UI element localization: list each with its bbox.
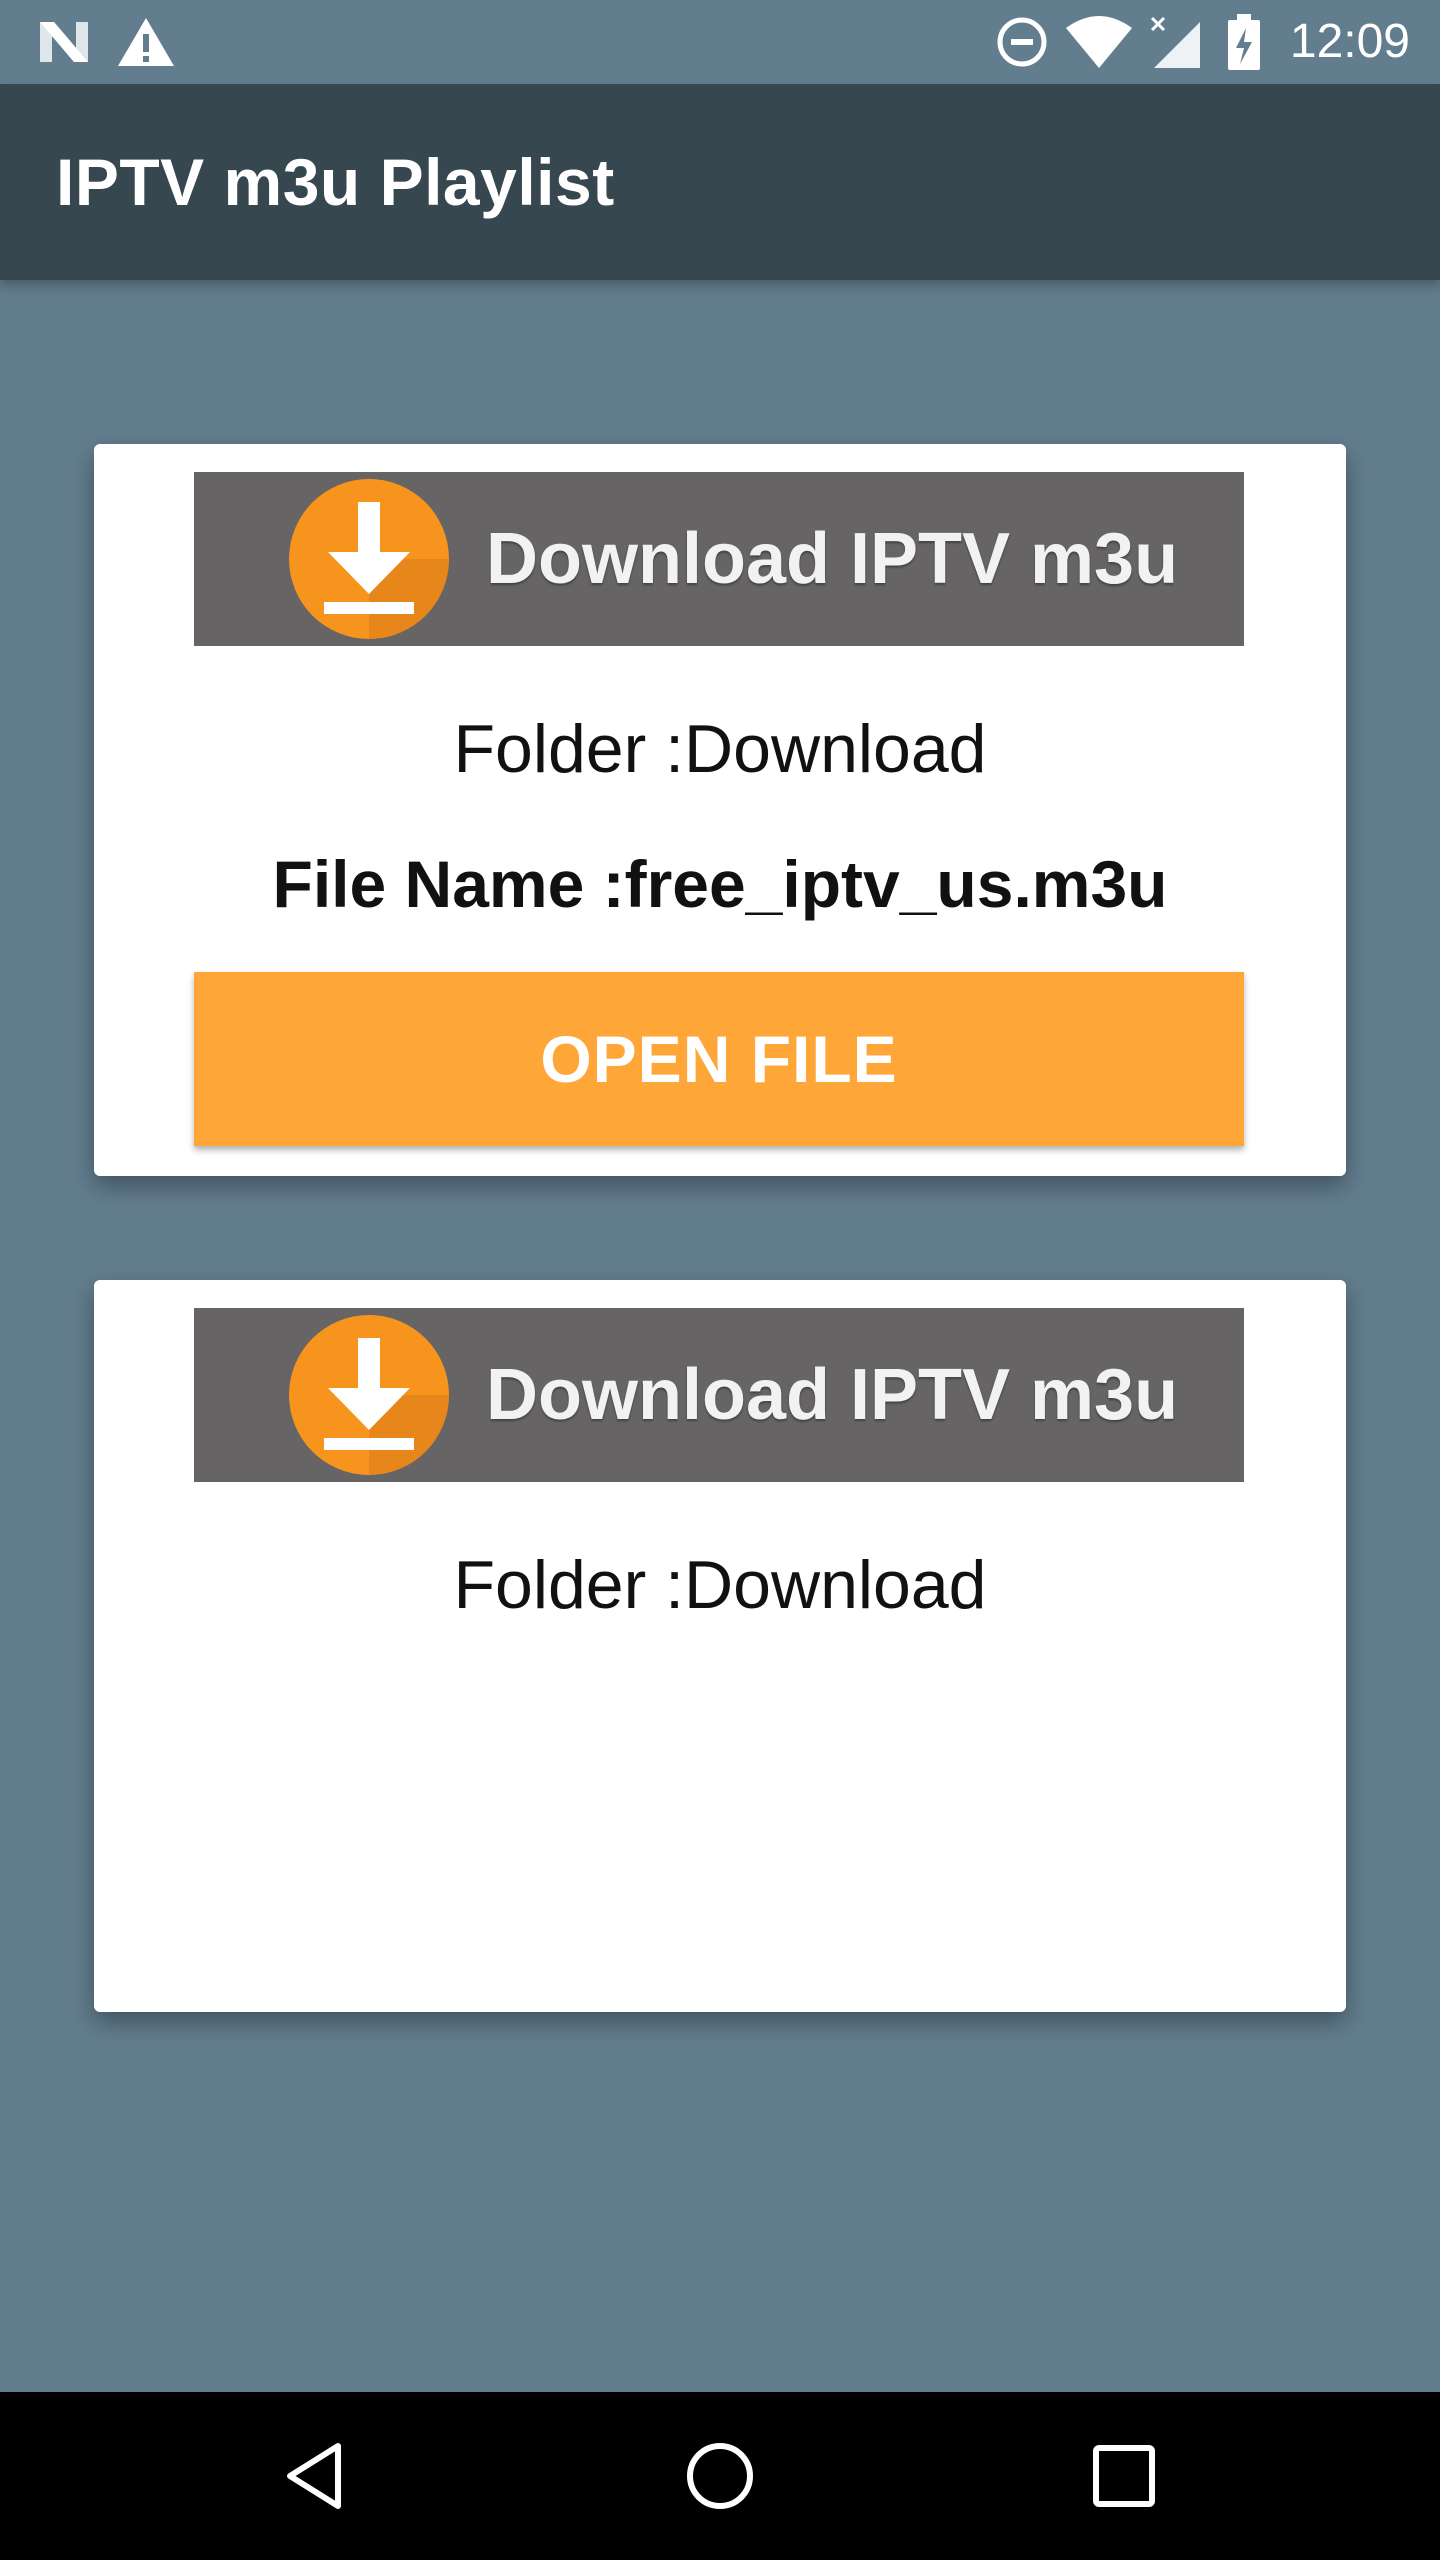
file-name-label: File Name :free_iptv_us.m3u [272,847,1168,921]
n-icon [36,14,92,75]
open-file-button[interactable]: OPEN FILE [194,972,1244,1146]
clock: 12:09 [1289,15,1410,68]
navigation-bar [0,2392,1440,2560]
recents-icon[interactable] [1084,2436,1164,2516]
banner-label: Download IPTV m3u [486,1355,1179,1435]
playlist-card: Download IPTV m3u Folder :Download File … [94,444,1346,1176]
back-icon[interactable] [276,2436,356,2516]
download-icon [284,1310,454,1485]
battery-icon [1226,14,1262,77]
banner-label: Download IPTV m3u [486,519,1179,599]
folder-label: Folder :Download [453,1547,987,1623]
warning-icon [116,14,176,75]
status-bar: 12:09 [0,0,1440,84]
download-banner[interactable]: Download IPTV m3u [194,1308,1244,1482]
wifi-icon [1064,14,1134,75]
download-banner[interactable]: Download IPTV m3u [194,472,1244,646]
folder-label: Folder :Download [453,711,987,787]
do-not-disturb-icon [994,14,1050,75]
app-bar: IPTV m3u Playlist [0,84,1440,280]
app-title: IPTV m3u Playlist [56,145,615,219]
playlist-card: Download IPTV m3u Folder :Download [94,1280,1346,2012]
download-icon [284,474,454,649]
signal-icon [1148,14,1204,75]
home-icon[interactable] [680,2436,760,2516]
